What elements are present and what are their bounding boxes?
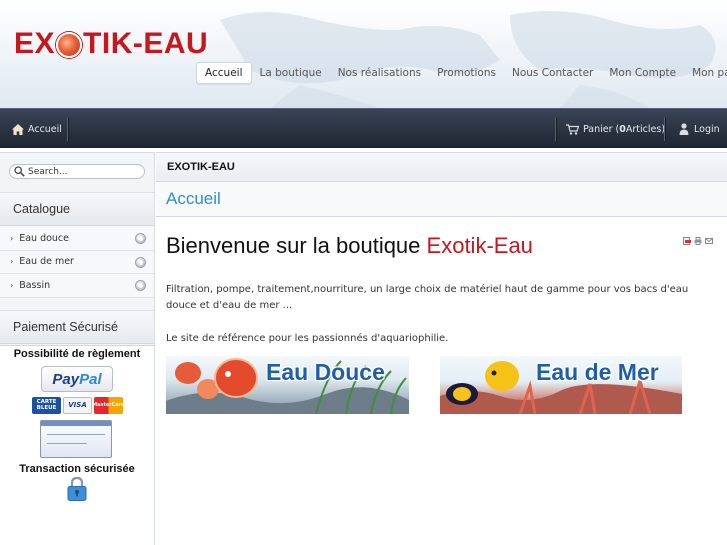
welcome-prefix: Bienvenue sur la boutique [166, 233, 427, 258]
search-icon [14, 166, 25, 177]
cheque-icon [40, 420, 112, 458]
lock-icon [67, 476, 87, 501]
toolbar-divider [555, 117, 556, 141]
pdf-icon[interactable] [683, 237, 691, 245]
welcome-heading: Bienvenue sur la boutique Exotik-Eau [166, 233, 533, 259]
top-toolbar: Accueil Panier (0 Articles) Login [0, 108, 727, 148]
banner-eau-de-mer-label: Eau de Mer [536, 359, 659, 385]
article-tools [683, 237, 713, 245]
welcome-brand: Exotik-Eau [426, 233, 533, 258]
category-label: Eau douce [19, 232, 69, 244]
toolbar-login-link[interactable]: Login [679, 109, 720, 149]
nav-promotions[interactable]: Promotions [429, 63, 504, 83]
toolbar-divider [664, 117, 665, 141]
expand-plus-icon[interactable] [135, 233, 146, 244]
category-list: › Eau douce › Eau de mer › Bassin [0, 227, 154, 298]
home-icon [12, 123, 24, 135]
payment-heading: Paiement Sécurisé [0, 310, 154, 344]
cart-prefix: Panier ( [583, 123, 620, 135]
toolbar-cart-link[interactable]: Panier (0 Articles) [566, 109, 665, 149]
nav-nous-contacter[interactable]: Nous Contacter [504, 63, 601, 83]
user-icon [679, 123, 689, 135]
expand-plus-icon[interactable] [135, 280, 146, 291]
logo-text-part2: TIK-EAU [83, 27, 209, 60]
email-icon[interactable] [705, 237, 713, 245]
cart-icon [566, 123, 579, 135]
nav-accueil[interactable]: Accueil [196, 62, 252, 84]
site-header: EX TIK-EAU Accueil La boutique Nos réalis… [0, 0, 727, 108]
toolbar-divider [67, 117, 68, 141]
fish-logo-icon [56, 32, 83, 58]
nav-nos-realisations[interactable]: Nos réalisations [330, 63, 429, 83]
nav-mon-panier[interactable]: Mon panier [684, 63, 727, 83]
expand-plus-icon[interactable] [135, 256, 146, 268]
world-map-decoration [220, 11, 716, 108]
cart-suffix: Articles) [625, 123, 666, 135]
banner-eau-douce[interactable]: Eau Douce [166, 356, 409, 414]
visa-logo: VISA [63, 397, 92, 414]
search-input[interactable] [28, 166, 138, 177]
toolbar-home-link[interactable]: Accueil [12, 109, 62, 149]
mastercard-logo: MasterCard [92, 397, 125, 414]
category-label: Eau de mer [19, 256, 74, 268]
toolbar-login-label: Login [694, 123, 720, 135]
main-content: EXOTIK-EAU Accueil Bienvenue sur la bout… [156, 152, 727, 545]
banner-eau-douce-label: Eau Douce [266, 359, 385, 385]
intro-text: Filtration, pompe, traitement,nourriture… [166, 284, 689, 311]
credit-cards: CARTE BLEUE VISA MasterCard [32, 397, 125, 414]
main-navigation: Accueil La boutique Nos réalisations Pro… [196, 62, 727, 84]
cart-count: 0 [619, 123, 626, 135]
category-item-eau-de-mer[interactable]: › Eau de mer [0, 250, 154, 274]
carte-bleue-logo: CARTE BLEUE [32, 397, 61, 414]
category-label: Bassin [19, 279, 51, 291]
print-icon[interactable] [694, 237, 702, 245]
chevron-right-icon: › [10, 257, 14, 267]
payment-options-title: Possibilité de règlement [13, 348, 141, 360]
chevron-right-icon: › [10, 233, 14, 243]
page-title: EXOTIK-EAU [156, 153, 727, 182]
nav-la-boutique[interactable]: La boutique [252, 63, 330, 83]
secure-transaction-title: Transaction sécurisée [19, 463, 135, 475]
reference-text: Le site de référence pour les passionnés… [166, 333, 449, 344]
logo-text-part1: EX [14, 27, 56, 60]
banner-eau-de-mer[interactable]: Eau de Mer [440, 356, 682, 414]
nav-mon-compte[interactable]: Mon Compte [601, 63, 684, 83]
paypal-logo: Pay Pal [41, 366, 113, 392]
payment-methods-box: Possibilité de règlement Pay Pal CARTE BL… [0, 345, 154, 545]
chevron-right-icon: › [10, 280, 14, 290]
toolbar-home-label: Accueil [28, 123, 62, 135]
site-logo[interactable]: EX TIK-EAU [14, 24, 208, 64]
left-sidebar: Catalogue › Eau douce › Eau de mer › Bas… [0, 152, 155, 545]
category-item-bassin[interactable]: › Bassin [0, 274, 154, 298]
breadcrumb[interactable]: Accueil [156, 182, 727, 217]
search-box [9, 164, 145, 179]
paypal-text-pay: Pay [52, 370, 80, 388]
paypal-text-pal: Pal [79, 370, 102, 388]
category-item-eau-douce[interactable]: › Eau douce [0, 227, 154, 251]
catalogue-heading: Catalogue [0, 192, 154, 226]
